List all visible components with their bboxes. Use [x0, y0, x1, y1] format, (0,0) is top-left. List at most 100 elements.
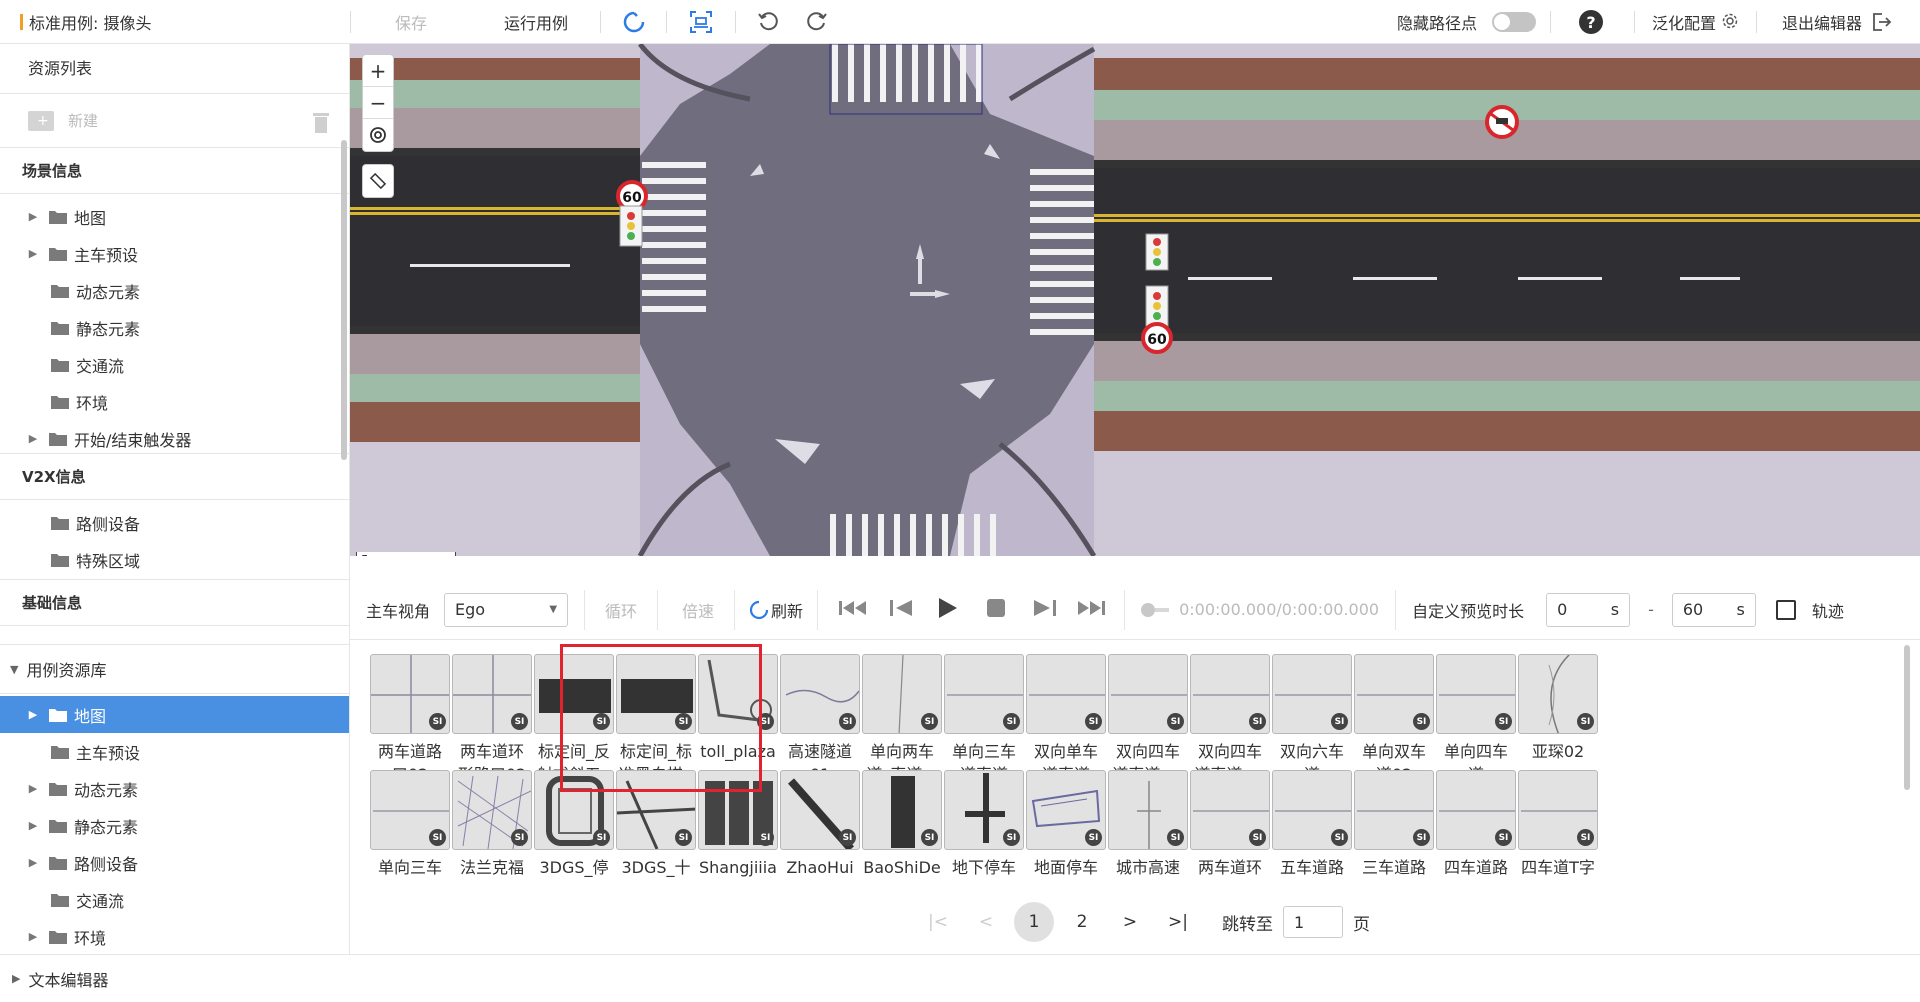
new-resource-button[interactable]: + 新建	[0, 94, 349, 148]
ruler-icon[interactable]	[363, 165, 393, 197]
map-thumbnail[interactable]: SI	[452, 654, 532, 734]
map-thumbnail[interactable]: SI	[1354, 654, 1434, 734]
exit-editor-button[interactable]: 退出编辑器	[1782, 10, 1862, 34]
map-resource-card[interactable]: SI 四车道路	[1436, 770, 1516, 879]
map-resource-card[interactable]: SI 地面停车	[1026, 770, 1106, 879]
step-forward-icon[interactable]	[1032, 598, 1058, 622]
map-resource-card[interactable]: SI 两车道环	[1190, 770, 1270, 879]
expand-arrow-icon[interactable]: ▶	[28, 930, 38, 943]
map-resource-card[interactable]: SI单向两车道_直道...	[862, 654, 942, 786]
map-thumbnail[interactable]: SI	[1436, 770, 1516, 850]
save-button[interactable]: 保存	[395, 10, 427, 34]
map-resource-card[interactable]: SI单向双车道02	[1354, 654, 1434, 786]
map-thumbnail[interactable]: SI	[1436, 654, 1516, 734]
page-2[interactable]: 2	[1062, 902, 1102, 942]
map-thumbnail[interactable]: SI	[1190, 770, 1270, 850]
tree-item[interactable]: 主车预设	[0, 733, 349, 770]
map-resource-card[interactable]: SI 四车道T字	[1518, 770, 1598, 879]
map-thumbnail[interactable]: SI	[1190, 654, 1270, 734]
map-thumbnail[interactable]: SI	[370, 770, 450, 850]
last-page-icon[interactable]: >|	[1158, 902, 1198, 942]
tree-item[interactable]: ▶ 静态元素	[0, 807, 349, 844]
map-resource-card[interactable]: SI ZhaoHui	[780, 770, 860, 879]
skip-to-start-icon[interactable]	[838, 598, 870, 622]
ego-view-select[interactable]: Ego ▼	[444, 592, 569, 627]
map-thumbnail[interactable]: SI	[1272, 654, 1352, 734]
generalize-config-button[interactable]: 泛化配置	[1652, 10, 1716, 34]
map-thumbnail[interactable]: SI	[452, 770, 532, 850]
map-thumbnail[interactable]: SI	[944, 654, 1024, 734]
loop-button[interactable]: 循环	[605, 598, 637, 622]
map-resource-card[interactable]: SI 单向三车	[370, 770, 450, 879]
map-resource-card[interactable]: SI双向四车道直道_...	[1190, 654, 1270, 786]
map-resource-card[interactable]: SI 亚琛02	[1518, 654, 1598, 763]
map-resource-card[interactable]: SI双向四车道直道_...	[1108, 654, 1188, 786]
map-resource-card[interactable]: SI高速隧道01	[780, 654, 860, 786]
map-resource-card[interactable]: SI BaoShiDe	[862, 770, 942, 879]
expand-arrow-icon[interactable]: ▶	[28, 782, 38, 795]
map-resource-card[interactable]: SI两车道路口02	[370, 654, 450, 786]
redo-icon[interactable]	[803, 8, 831, 36]
expand-arrow-icon[interactable]: ▶	[28, 856, 38, 869]
recenter-icon[interactable]	[363, 119, 393, 151]
tree-item[interactable]: ▶ 地图	[0, 696, 349, 733]
map-thumbnail[interactable]: SI	[862, 770, 942, 850]
map-viewport[interactable]: 60 60 + − 5 m	[350, 44, 1920, 556]
loading-spinner-icon[interactable]	[620, 8, 648, 36]
first-page-icon[interactable]: |<	[918, 902, 958, 942]
preview-start-input[interactable]: 0 s	[1546, 592, 1631, 627]
tree-item[interactable]: 特殊区域	[0, 541, 349, 578]
map-thumbnail[interactable]: SI	[944, 770, 1024, 850]
tree-item[interactable]: 环境	[0, 383, 349, 420]
map-thumbnail[interactable]: SI	[1108, 654, 1188, 734]
speed-button[interactable]: 倍速	[682, 598, 714, 622]
run-case-button[interactable]: 运行用例	[504, 10, 568, 34]
map-resource-card[interactable]: SI 五车道路	[1272, 770, 1352, 879]
tree-item[interactable]: 动态元素	[0, 272, 349, 309]
map-thumbnail[interactable]: SI	[370, 654, 450, 734]
expand-arrow-icon[interactable]: ▶	[28, 432, 38, 445]
tree-item[interactable]: ▶ 地图	[0, 198, 349, 235]
map-resource-card[interactable]: SI双向六车道	[1272, 654, 1352, 786]
map-thumbnail[interactable]: SI	[1518, 654, 1598, 734]
map-thumbnail[interactable]: SI	[1026, 654, 1106, 734]
settings-gear-icon[interactable]	[1722, 13, 1738, 33]
page-1[interactable]: 1	[1014, 902, 1054, 942]
tree-item[interactable]: 交通流	[0, 881, 349, 918]
tree-item[interactable]: 静态元素	[0, 309, 349, 346]
map-thumbnail[interactable]: SI	[780, 654, 860, 734]
tree-item[interactable]: ▶ 环境	[0, 918, 349, 954]
tree-item[interactable]: ▶ 动态元素	[0, 770, 349, 807]
scene-info-section[interactable]: 场景信息	[0, 148, 349, 194]
tree-item[interactable]: ▶ 路侧设备	[0, 844, 349, 881]
tree-item[interactable]: 路侧设备	[0, 504, 349, 541]
map-resource-card[interactable]: SI双向单车道直道	[1026, 654, 1106, 786]
prev-page-icon[interactable]: <	[966, 902, 1006, 942]
skip-to-end-icon[interactable]	[1074, 598, 1106, 622]
step-back-icon[interactable]	[888, 598, 914, 622]
delete-icon[interactable]	[311, 110, 331, 134]
map-resource-card[interactable]: SI单向三车道直道	[944, 654, 1024, 786]
exit-icon[interactable]	[1870, 11, 1892, 37]
map-thumbnail[interactable]: SI	[780, 770, 860, 850]
timeline-knob[interactable]	[1141, 602, 1156, 617]
grid-scrollbar[interactable]	[1904, 645, 1910, 790]
map-thumbnail[interactable]: SI	[1026, 770, 1106, 850]
map-resource-card[interactable]: SI 法兰克福	[452, 770, 532, 879]
map-thumbnail[interactable]: SI	[1108, 770, 1188, 850]
left-scrollbar[interactable]	[341, 140, 347, 460]
expand-arrow-icon[interactable]: ▶	[28, 210, 38, 223]
track-checkbox[interactable]	[1775, 599, 1796, 620]
play-icon[interactable]	[936, 597, 958, 623]
map-thumbnail[interactable]: SI	[1354, 770, 1434, 850]
map-thumbnail[interactable]: SI	[862, 654, 942, 734]
undo-icon[interactable]	[754, 8, 782, 36]
map-resource-card[interactable]: SI两车道环形路口02	[452, 654, 532, 786]
help-icon[interactable]: ?	[1579, 10, 1603, 34]
expand-arrow-icon[interactable]: ▶	[28, 708, 38, 721]
map-resource-card[interactable]: SI 三车道路	[1354, 770, 1434, 879]
v2x-info-section[interactable]: V2X信息	[0, 454, 349, 500]
tree-item[interactable]: ▶ 开始/结束触发器	[0, 420, 349, 457]
expand-arrow-icon[interactable]: ▶	[28, 819, 38, 832]
refresh-button[interactable]: 刷新	[749, 598, 803, 622]
